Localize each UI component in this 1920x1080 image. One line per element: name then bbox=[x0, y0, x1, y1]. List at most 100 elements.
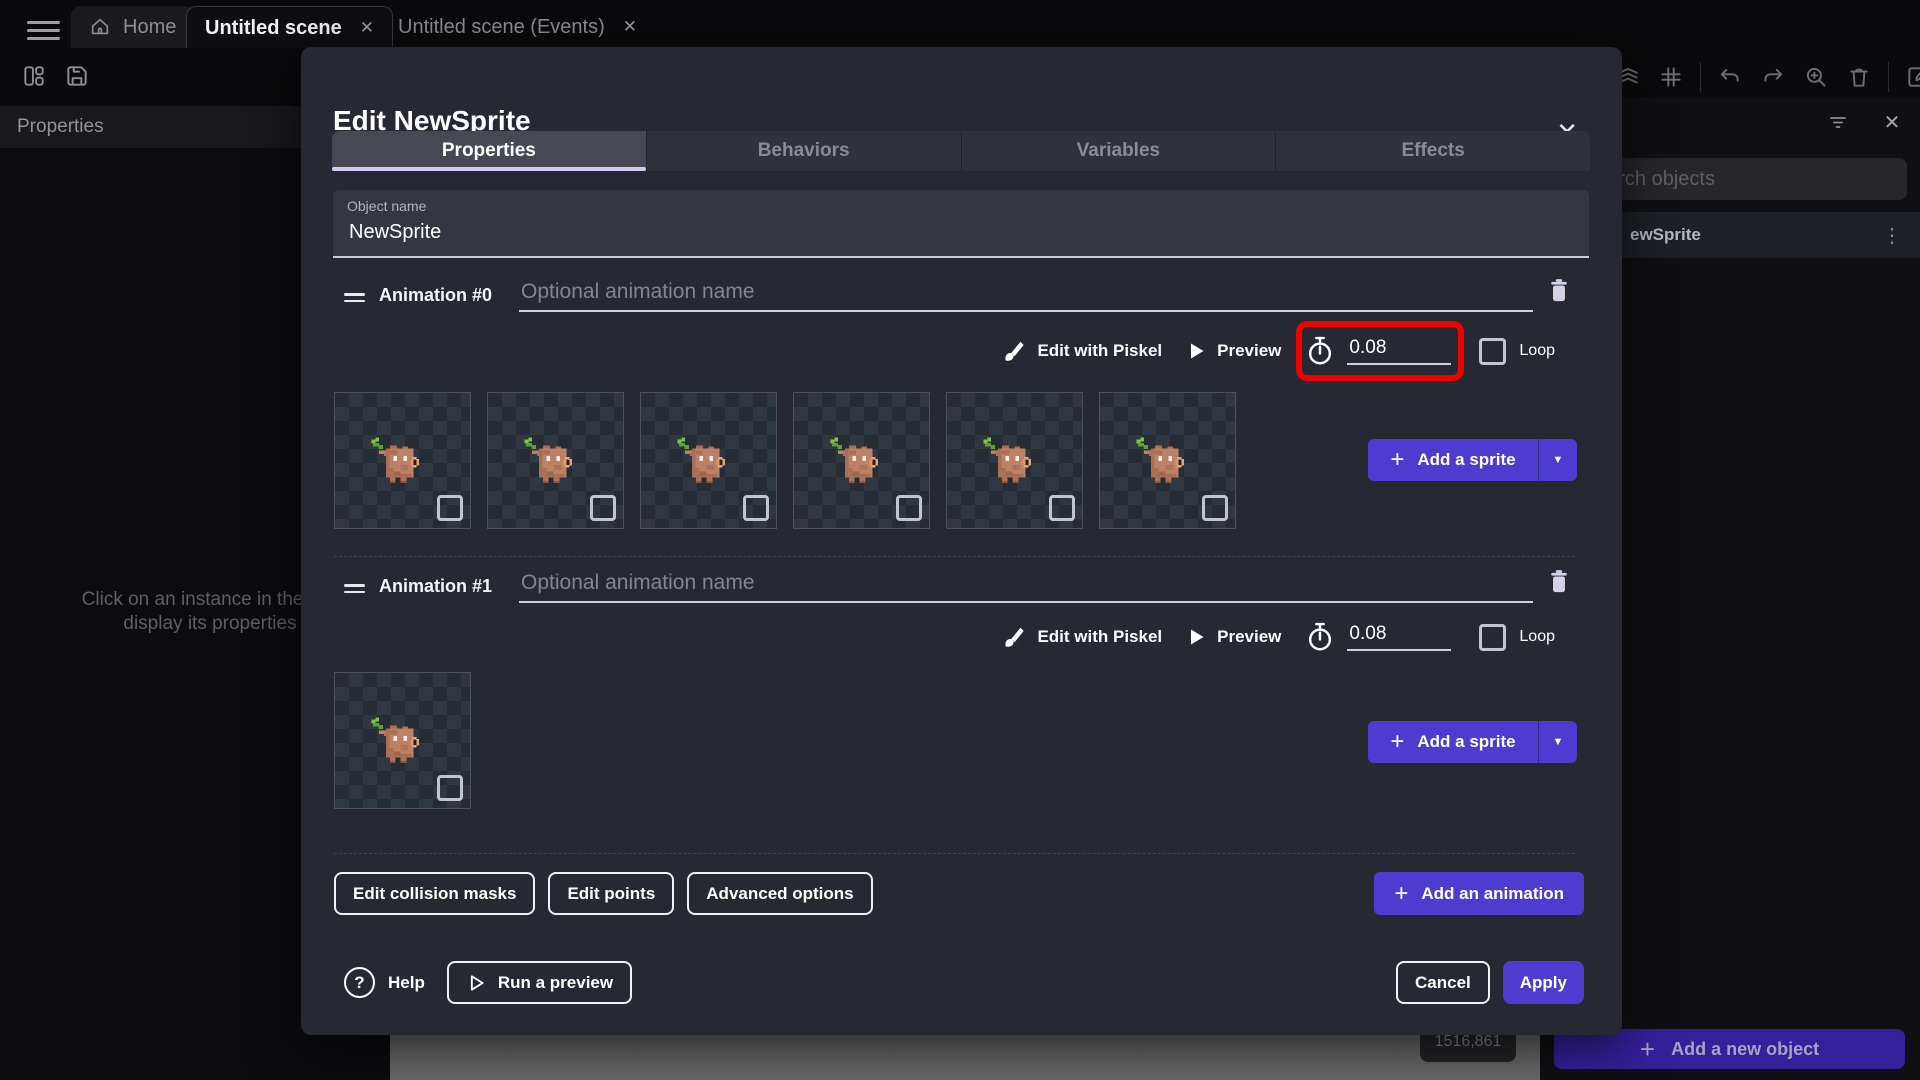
animation-1-header: Animation #1 bbox=[344, 565, 1576, 603]
advanced-options-button[interactable]: Advanced options bbox=[687, 872, 873, 915]
pig-sprite-image bbox=[677, 437, 725, 484]
frame-select-checkbox[interactable] bbox=[590, 495, 616, 521]
frame-select-checkbox[interactable] bbox=[437, 495, 463, 521]
redo-icon[interactable] bbox=[1759, 63, 1787, 91]
time-between-frames-input[interactable] bbox=[1347, 337, 1452, 365]
help-icon: ? bbox=[344, 967, 375, 998]
frame-select-checkbox[interactable] bbox=[1049, 495, 1075, 521]
plus-icon: + bbox=[1390, 446, 1405, 473]
filter-icon[interactable] bbox=[1824, 108, 1852, 136]
animation-1-frames bbox=[334, 672, 471, 809]
plus-icon: + bbox=[1390, 728, 1405, 755]
frame-select-checkbox[interactable] bbox=[743, 495, 769, 521]
stopwatch-icon bbox=[1309, 336, 1332, 365]
grid-icon[interactable] bbox=[1657, 63, 1685, 91]
time-between-frames-field bbox=[1305, 616, 1455, 658]
close-tab-icon[interactable]: ✕ bbox=[360, 18, 374, 38]
tab-home[interactable]: Home bbox=[71, 6, 195, 48]
tab-label: Untitled scene bbox=[205, 16, 342, 39]
zoom-in-icon[interactable] bbox=[1802, 63, 1830, 91]
tab-label: Untitled scene (Events) bbox=[398, 15, 605, 38]
drag-handle-icon[interactable] bbox=[344, 580, 365, 593]
tab-effects[interactable]: Effects bbox=[1275, 131, 1590, 171]
search-objects-input[interactable] bbox=[1580, 158, 1907, 200]
animation-name-input[interactable] bbox=[519, 571, 1534, 603]
add-sprite-button[interactable]: + Add a sprite ▼ bbox=[1368, 439, 1577, 481]
undo-icon[interactable] bbox=[1716, 63, 1744, 91]
add-new-object-button[interactable]: + Add a new object bbox=[1554, 1029, 1905, 1069]
loop-label: Loop bbox=[1519, 342, 1555, 359]
apply-button[interactable]: Apply bbox=[1502, 961, 1584, 1004]
delete-animation-button[interactable] bbox=[1542, 273, 1576, 309]
object-name-input[interactable] bbox=[347, 220, 1551, 245]
dialog-tabbar: Properties Behaviors Variables Effects bbox=[332, 131, 1590, 171]
plus-icon: + bbox=[1394, 879, 1409, 907]
edit-with-piskel-button[interactable]: Edit with Piskel bbox=[1002, 339, 1162, 363]
pig-sprite-image bbox=[830, 437, 878, 484]
animation-title: Animation #1 bbox=[379, 576, 493, 596]
time-between-frames-field bbox=[1296, 321, 1465, 381]
sprite-frame-thumbnail[interactable] bbox=[946, 392, 1083, 529]
edit-sprite-dialog: Edit NewSprite ✕ Properties Behaviors Va… bbox=[301, 47, 1622, 1035]
animation-0-header: Animation #0 bbox=[344, 274, 1576, 312]
loop-checkbox[interactable] bbox=[1479, 337, 1507, 365]
tab-untitled-scene[interactable]: Untitled scene ✕ bbox=[186, 6, 393, 49]
tab-variables[interactable]: Variables bbox=[960, 131, 1276, 171]
animation-name-input[interactable] bbox=[519, 280, 1534, 312]
play-icon bbox=[1191, 629, 1204, 645]
animation-0-controls: Edit with Piskel Preview Loop bbox=[1002, 321, 1555, 381]
run-preview-button[interactable]: Run a preview bbox=[446, 961, 633, 1004]
top-tab-bar: Home Untitled scene ✕ Untitled scene (Ev… bbox=[0, 0, 1920, 49]
save-icon[interactable] bbox=[63, 62, 91, 90]
loop-checkbox[interactable] bbox=[1479, 623, 1507, 651]
sprite-frame-thumbnail[interactable] bbox=[793, 392, 930, 529]
sprite-frame-thumbnail[interactable] bbox=[334, 392, 471, 529]
tab-behaviors[interactable]: Behaviors bbox=[645, 131, 961, 171]
frame-select-checkbox[interactable] bbox=[437, 775, 463, 801]
delete-icon[interactable] bbox=[1845, 63, 1873, 91]
frame-select-checkbox[interactable] bbox=[1202, 495, 1228, 521]
play-icon bbox=[1191, 343, 1204, 359]
add-sprite-dropdown[interactable]: ▼ bbox=[1539, 721, 1577, 763]
close-panel-icon[interactable]: ✕ bbox=[1878, 108, 1906, 136]
tab-untitled-scene-events[interactable]: Untitled scene (Events) ✕ bbox=[380, 6, 655, 48]
help-button[interactable]: ? Help bbox=[344, 967, 425, 998]
layout-panels-icon[interactable] bbox=[20, 62, 48, 90]
trash-icon bbox=[1551, 570, 1567, 593]
frame-select-checkbox[interactable] bbox=[896, 495, 922, 521]
brush-icon bbox=[1005, 342, 1024, 361]
chevron-down-icon: ▼ bbox=[1552, 454, 1564, 466]
drag-handle-icon[interactable] bbox=[344, 289, 365, 302]
toolbar-divider bbox=[1700, 62, 1701, 92]
brush-icon bbox=[1005, 628, 1024, 647]
animation-title: Animation #0 bbox=[379, 285, 493, 305]
edit-scene-icon[interactable] bbox=[1904, 63, 1920, 91]
preview-button[interactable]: Preview bbox=[1186, 627, 1281, 647]
add-sprite-dropdown[interactable]: ▼ bbox=[1539, 439, 1577, 481]
pig-sprite-image bbox=[371, 437, 419, 484]
chevron-down-icon: ▼ bbox=[1552, 736, 1564, 748]
close-tab-icon[interactable]: ✕ bbox=[623, 17, 637, 37]
sprite-frame-thumbnail[interactable] bbox=[640, 392, 777, 529]
edit-with-piskel-button[interactable]: Edit with Piskel bbox=[1002, 625, 1162, 649]
time-between-frames-input[interactable] bbox=[1347, 623, 1452, 651]
add-sprite-button[interactable]: + Add a sprite ▼ bbox=[1368, 721, 1577, 763]
cancel-button[interactable]: Cancel bbox=[1396, 961, 1490, 1004]
edit-collision-masks-button[interactable]: Edit collision masks bbox=[334, 872, 536, 915]
preview-button[interactable]: Preview bbox=[1186, 341, 1281, 361]
edit-points-button[interactable]: Edit points bbox=[548, 872, 675, 915]
pig-sprite-image bbox=[371, 717, 419, 764]
sprite-frame-thumbnail[interactable] bbox=[487, 392, 624, 529]
tab-label: Home bbox=[123, 15, 177, 38]
animation-divider bbox=[334, 853, 1575, 854]
pig-sprite-image bbox=[524, 437, 572, 484]
delete-animation-button[interactable] bbox=[1542, 564, 1576, 600]
object-item-label: ewSprite bbox=[1630, 225, 1701, 244]
sprite-frame-thumbnail[interactable] bbox=[334, 672, 471, 809]
add-animation-button[interactable]: + Add an animation bbox=[1374, 872, 1584, 915]
tab-properties[interactable]: Properties bbox=[332, 131, 646, 171]
object-item-menu-icon[interactable]: ⋮ bbox=[1882, 223, 1902, 248]
object-name-field[interactable]: Object name bbox=[333, 190, 1589, 258]
sprite-frame-thumbnail[interactable] bbox=[1099, 392, 1236, 529]
hamburger-menu-icon[interactable] bbox=[27, 21, 60, 41]
